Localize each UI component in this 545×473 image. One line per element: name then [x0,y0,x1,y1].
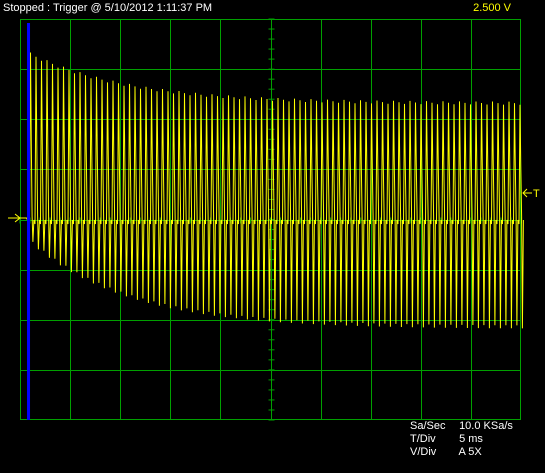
settings-readout: Sa/Sec 10.0 KSa/s T/Div 5 ms V/Div A 5X [410,420,513,459]
ground-marker[interactable] [8,213,21,223]
volt-div-value: A 5X [458,446,482,458]
volt-div-row: V/Div A 5X [410,446,513,459]
scope-display[interactable]: T [0,0,545,473]
sample-rate-value: 10.0 KSa/s [459,420,513,432]
trigger-level-marker[interactable]: T [522,188,540,200]
trigger-level-label: T [533,188,540,200]
volt-div-label: V/Div [410,446,437,458]
sample-rate-label: Sa/Sec [410,420,446,432]
time-div-value: 5 ms [459,433,483,445]
time-div-label: T/Div [410,433,436,445]
sample-rate-row: Sa/Sec 10.0 KSa/s [410,420,513,433]
time-div-row: T/Div 5 ms [410,433,513,446]
